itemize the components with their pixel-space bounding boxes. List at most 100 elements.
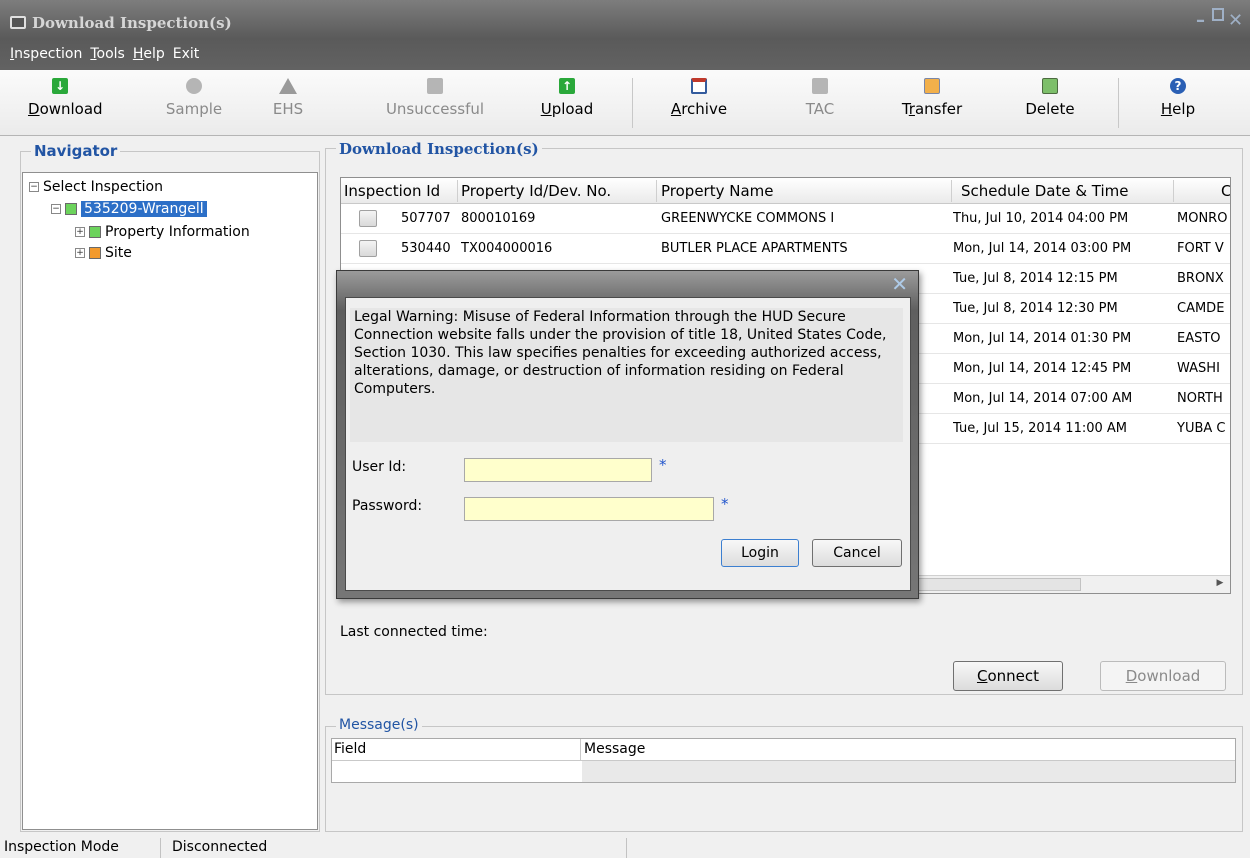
help-toolbar-button[interactable]: ? Help [1155, 76, 1201, 132]
status-connection: Disconnected [172, 839, 268, 855]
collapse-icon[interactable]: − [51, 204, 61, 214]
property-node-icon [89, 226, 101, 238]
navigator-panel: Navigator − Select Inspection − 535209-W… [20, 142, 320, 832]
tree-node-property-information[interactable]: + Property Information [75, 224, 250, 240]
inspection-node-icon [65, 203, 77, 215]
user-id-field[interactable] [464, 458, 652, 482]
table-cell-city: MONRO [1177, 211, 1228, 226]
download-arrow-icon: ↓ [52, 78, 68, 94]
minimize-icon[interactable]: – [1196, 10, 1205, 31]
window-title: Download Inspection(s) [32, 14, 232, 32]
menu-help[interactable]: Help [133, 46, 165, 62]
help-icon: ? [1170, 78, 1186, 94]
menu-exit[interactable]: Exit [173, 46, 200, 62]
sample-icon [186, 78, 202, 94]
table-cell-id: 530440 [401, 241, 451, 256]
table-cell-property-id: TX004000016 [461, 241, 553, 256]
close-icon[interactable]: ✕ [1228, 10, 1243, 31]
menu-bar: Inspection Tools Help Exit [10, 46, 199, 62]
expand-icon[interactable]: + [75, 248, 85, 258]
ehs-toolbar-button[interactable]: EHS [268, 76, 308, 132]
transfer-icon [924, 78, 940, 94]
last-connected-label: Last connected time: [340, 624, 488, 640]
tree-node-inspection[interactable]: − 535209-Wrangell [51, 201, 207, 217]
archive-toolbar-button[interactable]: Archive [666, 76, 732, 132]
menu-tools[interactable]: Tools [90, 46, 125, 62]
toolbar: ↓ Download Sample EHS Unsuccessful ↑ Upl… [0, 70, 1250, 136]
table-cell-name: BUTLER PLACE APARTMENTS [661, 241, 848, 256]
unsuccessful-toolbar-button[interactable]: Unsuccessful [380, 76, 490, 132]
menu-inspection[interactable]: Inspection [10, 46, 82, 62]
navigator-tree: − Select Inspection − 535209-Wrangell + … [22, 172, 318, 830]
table-cell-schedule: Mon, Jul 14, 2014 07:00 AM [953, 391, 1133, 406]
warning-triangle-icon [279, 78, 297, 94]
cancel-button[interactable]: Cancel [812, 539, 902, 567]
archive-icon [691, 78, 707, 94]
row-select-checkbox[interactable] [359, 210, 377, 227]
table-cell-city: WASHI [1177, 361, 1220, 376]
download-button[interactable]: Download [1100, 661, 1226, 691]
unsuccessful-icon [427, 78, 443, 94]
table-cell-schedule: Mon, Jul 14, 2014 01:30 PM [953, 331, 1132, 346]
download-panel-title: Download Inspection(s) [336, 140, 542, 158]
column-header[interactable]: Property Id/Dev. No. [461, 182, 611, 200]
table-cell-name: GREENWYCKE COMMONS I [661, 211, 835, 226]
user-id-label: User Id: [352, 459, 407, 475]
maximize-icon[interactable] [1212, 8, 1224, 21]
title-bar: Download Inspection(s) – ✕ Inspection To… [0, 0, 1250, 70]
column-header[interactable]: Schedule Date & Time [961, 182, 1129, 200]
column-header[interactable]: Field [334, 741, 366, 757]
tac-toolbar-button[interactable]: TAC [800, 76, 840, 132]
table-row[interactable]: 530440 TX004000016 BUTLER PLACE APARTMENTS… [341, 234, 1230, 264]
table-cell-city: NORTH [1177, 391, 1223, 406]
column-header[interactable]: Property Name [661, 182, 774, 200]
legal-warning-text: Legal Warning: Misuse of Federal Informa… [350, 308, 903, 442]
connect-button[interactable]: Connect [953, 661, 1063, 691]
table-cell-city: BRONX [1177, 271, 1224, 286]
row-select-checkbox[interactable] [359, 240, 377, 257]
required-marker: * [659, 456, 667, 474]
password-label: Password: [352, 498, 423, 514]
table-cell-schedule: Tue, Jul 8, 2014 12:30 PM [953, 301, 1118, 316]
window-icon [10, 16, 26, 29]
sample-toolbar-button[interactable]: Sample [162, 76, 226, 132]
table-cell-schedule: Mon, Jul 14, 2014 03:00 PM [953, 241, 1132, 256]
tree-node-site[interactable]: + Site [75, 245, 132, 261]
status-bar: Inspection Mode Disconnected [0, 836, 1250, 858]
delete-toolbar-button[interactable]: Delete [1020, 76, 1080, 132]
table-row[interactable]: 507707 800010169 GREENWYCKE COMMONS I Thu, … [341, 204, 1230, 234]
transfer-toolbar-button[interactable]: Transfer [896, 76, 968, 132]
column-header[interactable]: Inspection Id [344, 182, 440, 200]
navigator-title: Navigator [31, 142, 121, 160]
tac-icon [812, 78, 828, 94]
table-header: Inspection Id Property Id/Dev. No. Prope… [341, 178, 1230, 204]
table-cell-city: EASTO [1177, 331, 1221, 346]
upload-toolbar-button[interactable]: ↑ Upload [535, 76, 599, 132]
table-cell-schedule: Mon, Jul 14, 2014 12:45 PM [953, 361, 1132, 376]
upload-arrow-icon: ↑ [559, 78, 575, 94]
table-cell-id: 507707 [401, 211, 451, 226]
messages-panel: Message(s) Field Message [325, 717, 1243, 832]
message-cell [582, 761, 1235, 782]
table-cell-schedule: Tue, Jul 8, 2014 12:15 PM [953, 271, 1118, 286]
login-dialog-body: Legal Warning: Misuse of Federal Informa… [345, 297, 911, 591]
collapse-icon[interactable]: − [29, 182, 39, 192]
column-header[interactable]: Message [584, 741, 645, 757]
toolbar-separator [632, 78, 633, 128]
messages-table: Field Message [331, 738, 1236, 783]
toolbar-separator [1118, 78, 1119, 128]
column-header[interactable]: C [1221, 182, 1230, 200]
scroll-right-icon[interactable]: ▶ [1212, 578, 1228, 591]
status-mode: Inspection Mode [4, 839, 119, 855]
dialog-close-icon[interactable]: ✕ [891, 274, 908, 294]
table-cell-schedule: Thu, Jul 10, 2014 04:00 PM [953, 211, 1129, 226]
download-toolbar-button[interactable]: ↓ Download [28, 76, 103, 132]
tree-root[interactable]: − Select Inspection [29, 179, 163, 195]
table-cell-schedule: Tue, Jul 15, 2014 11:00 AM [953, 421, 1128, 436]
login-dialog: ✕ Legal Warning: Misuse of Federal Infor… [336, 270, 919, 599]
login-button[interactable]: Login [721, 539, 799, 567]
expand-icon[interactable]: + [75, 227, 85, 237]
table-cell-city: FORT V [1177, 241, 1224, 256]
trash-icon [1042, 78, 1058, 94]
password-field[interactable] [464, 497, 714, 521]
